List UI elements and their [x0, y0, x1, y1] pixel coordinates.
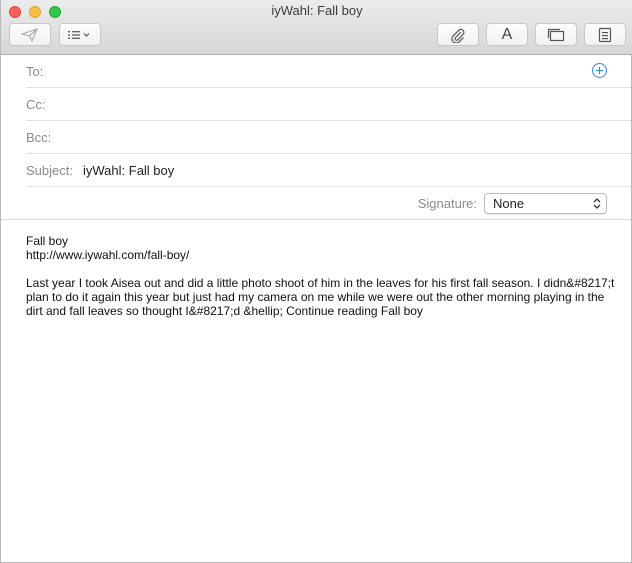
header-divider	[1, 219, 631, 220]
message-line-link: http://www.iywahl.com/fall-boy/	[26, 248, 190, 262]
message-body[interactable]: Fall boy http://www.iywahl.com/fall-boy/…	[26, 234, 616, 318]
list-icon	[67, 30, 93, 40]
subject-value[interactable]: iyWahl: Fall boy	[83, 163, 174, 178]
to-label: To:	[26, 64, 44, 79]
header-fields-button[interactable]	[59, 23, 101, 46]
subject-label: Subject:	[26, 163, 73, 178]
compose-window: iyWahl: Fall boy A To: Cc: Bcc: Subject:…	[0, 0, 632, 563]
window-title: iyWahl: Fall boy	[271, 3, 363, 18]
to-field[interactable]: To:	[26, 55, 631, 88]
subject-field[interactable]: Subject: iyWahl: Fall boy	[26, 154, 631, 187]
signature-label: Signature:	[417, 196, 477, 211]
font-icon: A	[501, 25, 513, 43]
message-paragraph: Last year I took Aisea out and did a lit…	[26, 276, 615, 318]
paperclip-icon	[450, 27, 466, 43]
cc-field[interactable]: Cc:	[26, 88, 631, 121]
signature-select[interactable]: None	[484, 193, 607, 214]
bcc-field[interactable]: Bcc:	[26, 121, 631, 154]
format-button[interactable]: A	[486, 23, 528, 46]
send-icon	[21, 27, 39, 42]
photo-browser-icon	[598, 27, 612, 43]
title-bar: iyWahl: Fall boy A	[1, 0, 632, 55]
signature-value: None	[493, 196, 525, 211]
add-contact-icon[interactable]	[592, 63, 607, 78]
browser-icon	[547, 28, 565, 42]
cc-label: Cc:	[26, 97, 46, 112]
signature-row: Signature: None	[26, 187, 631, 220]
message-line-title: Fall boy	[26, 234, 69, 248]
send-button[interactable]	[9, 23, 51, 46]
attach-button[interactable]	[437, 23, 479, 46]
photo-browser-button[interactable]	[584, 23, 626, 46]
bcc-label: Bcc:	[26, 130, 52, 145]
updown-chevron-icon	[593, 197, 601, 213]
browser-button[interactable]	[535, 23, 577, 46]
